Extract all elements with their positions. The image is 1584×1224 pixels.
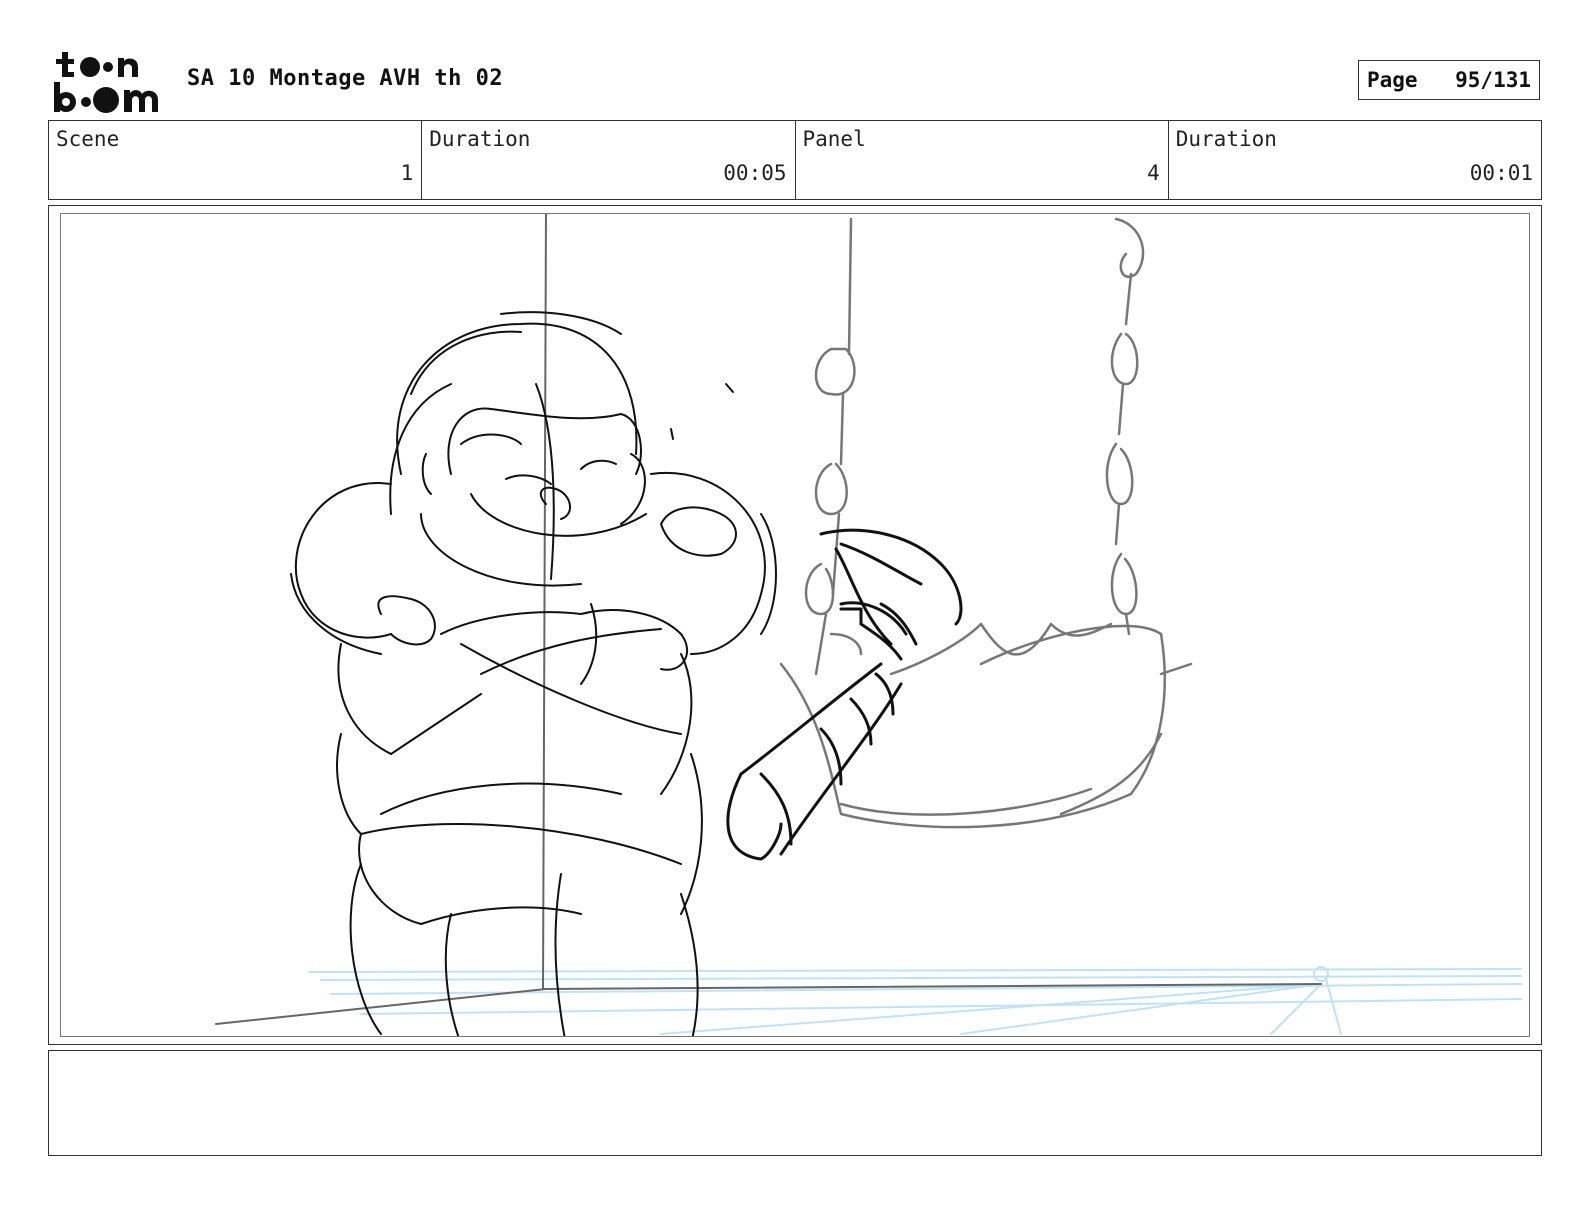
hanging-chains: [779, 217, 1193, 829]
scene-label: Scene: [56, 127, 120, 151]
toon-boom-logo: [50, 50, 166, 114]
bat-and-hand: [726, 528, 963, 861]
sketch-drawing: [215, 214, 1522, 1036]
panel-duration-value: 00:01: [1469, 161, 1533, 185]
storyboard-panel-drawing: [60, 213, 1530, 1037]
panel-value: 4: [1147, 161, 1160, 185]
character-sketch: [290, 311, 777, 1036]
scene-value: 1: [400, 161, 414, 185]
page-indicator: Page 95/131: [1358, 60, 1540, 100]
panel-cell: Panel 4: [796, 121, 1169, 199]
project-title: SA 10 Montage AVH th 02: [187, 66, 504, 91]
floor-guides: [308, 966, 1522, 1035]
scene-cell: Scene 1: [49, 121, 423, 199]
scene-duration-cell: Duration 00:05: [422, 121, 796, 199]
page-label: Page: [1367, 68, 1418, 92]
scene-info-row: Scene 1 Duration 00:05 Panel 4 Duration …: [48, 120, 1542, 200]
scene-duration-label: Duration: [429, 127, 531, 151]
panel-duration-cell: Duration 00:01: [1169, 121, 1541, 199]
page-value: 95/131: [1455, 68, 1531, 92]
toon-boom-logo-icon: [54, 52, 158, 113]
panel-label: Panel: [802, 127, 866, 151]
panel-caption-box: [48, 1050, 1542, 1156]
panel-duration-label: Duration: [1175, 127, 1277, 151]
scene-duration-value: 00:05: [723, 161, 787, 185]
